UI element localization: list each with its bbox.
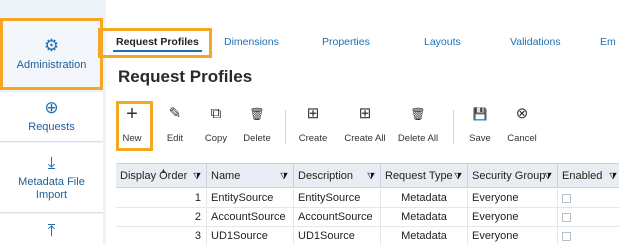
filter-icon[interactable]: ⧩ bbox=[454, 164, 462, 188]
cell-name[interactable]: EntitySource bbox=[207, 189, 294, 208]
column-header-name[interactable]: Name ⧩ bbox=[207, 164, 294, 188]
cell-description[interactable]: UD1Source bbox=[294, 227, 381, 245]
gear-plus-icon: ⚙ bbox=[43, 35, 60, 55]
sidebar-item-label: Metadata File Import bbox=[18, 175, 85, 201]
cell-enabled[interactable] bbox=[558, 189, 619, 208]
cell-security-group[interactable]: Everyone bbox=[468, 208, 558, 227]
tab-validations[interactable]: Validations bbox=[510, 36, 561, 48]
sidebar-item-requests[interactable]: ⊕ Requests bbox=[0, 92, 103, 142]
cell-display-order[interactable]: 1 bbox=[116, 189, 207, 208]
download-icon: ⤓ bbox=[47, 152, 56, 172]
table-row[interactable]: 3 UD1Source UD1Source Metadata Everyone bbox=[116, 227, 619, 245]
create-all-button[interactable]: ⊞ Create All bbox=[340, 105, 390, 144]
column-header-label: Security Group bbox=[472, 170, 546, 182]
delete-all-button[interactable]: 🗑 Delete All bbox=[393, 105, 443, 144]
active-tab-highlight bbox=[98, 28, 212, 58]
sidebar: ⚙ Administration ⊕ Requests ⤓ Metadata F… bbox=[0, 0, 106, 245]
column-header-security-group[interactable]: Security Group ⧩ bbox=[468, 164, 558, 188]
grid-header: ▲ Display Order ⧩ Name ⧩ Description ⧩ R… bbox=[116, 164, 619, 188]
column-header-label: Request Type bbox=[385, 170, 453, 182]
filter-icon[interactable]: ⧩ bbox=[544, 164, 552, 188]
delete-all-button-label: Delete All bbox=[397, 133, 439, 144]
add-request-icon: ⊕ bbox=[44, 98, 59, 117]
cell-request-type[interactable]: Metadata bbox=[381, 227, 468, 245]
cell-request-type[interactable]: Metadata bbox=[381, 189, 468, 208]
filter-icon[interactable]: ⧩ bbox=[193, 164, 201, 188]
tab-layouts[interactable]: Layouts bbox=[424, 36, 461, 48]
upload-icon: ⤒ bbox=[47, 221, 56, 240]
trash-icon: 🗑 bbox=[249, 107, 265, 121]
cell-enabled[interactable] bbox=[558, 208, 619, 227]
column-header-enabled[interactable]: Enabled ⧩ bbox=[558, 164, 619, 188]
filter-icon[interactable]: ⧩ bbox=[367, 164, 375, 188]
delete-button[interactable]: 🗑 Delete bbox=[232, 105, 282, 144]
request-profiles-grid: ▲ Display Order ⧩ Name ⧩ Description ⧩ R… bbox=[116, 163, 619, 245]
table-row[interactable]: 2 AccountSource AccountSource Metadata E… bbox=[116, 208, 619, 227]
cell-name[interactable]: AccountSource bbox=[207, 208, 294, 227]
enabled-checkbox[interactable] bbox=[562, 194, 571, 203]
cell-enabled[interactable] bbox=[558, 227, 619, 245]
sidebar-item-upload[interactable]: ⤒ bbox=[0, 214, 103, 245]
create-button-label: Create bbox=[298, 133, 328, 144]
filter-icon[interactable]: ⧩ bbox=[280, 164, 288, 188]
cancel-button[interactable]: ⊗ Cancel bbox=[497, 105, 547, 144]
sidebar-item-metadata-file-import[interactable]: ⤓ Metadata File Import bbox=[0, 143, 103, 213]
enabled-checkbox[interactable] bbox=[562, 213, 571, 222]
cell-security-group[interactable]: Everyone bbox=[468, 189, 558, 208]
cell-request-type[interactable]: Metadata bbox=[381, 208, 468, 227]
column-header-label: Name bbox=[211, 170, 241, 182]
grid-plus-all-icon: ⊞ bbox=[358, 105, 372, 122]
cell-display-order[interactable]: 3 bbox=[116, 227, 207, 245]
sort-ascending-icon: ▲ bbox=[160, 168, 167, 175]
sidebar-item-administration[interactable]: ⚙ Administration bbox=[0, 18, 103, 90]
cell-display-order[interactable]: 2 bbox=[116, 208, 207, 227]
cancel-icon: ⊗ bbox=[515, 105, 529, 122]
page-title: Request Profiles bbox=[118, 67, 253, 86]
table-row[interactable]: 1 EntitySource EntitySource Metadata Eve… bbox=[116, 189, 619, 208]
new-button-highlight bbox=[116, 101, 153, 151]
column-header-label: Display Order bbox=[120, 170, 188, 182]
toolbar-divider bbox=[453, 110, 454, 144]
sidebar-item-label: Requests bbox=[28, 121, 75, 133]
cell-security-group[interactable]: Everyone bbox=[468, 227, 558, 245]
cell-description[interactable]: EntitySource bbox=[294, 189, 381, 208]
delete-button-label: Delete bbox=[243, 133, 271, 144]
column-header-label: Description bbox=[298, 170, 354, 182]
enabled-checkbox[interactable] bbox=[562, 232, 571, 241]
active-tab-underline bbox=[113, 50, 202, 52]
column-header-display-order[interactable]: ▲ Display Order ⧩ bbox=[116, 164, 207, 188]
grid-plus-icon: ⊞ bbox=[306, 105, 320, 122]
column-header-description[interactable]: Description ⧩ bbox=[294, 164, 381, 188]
create-button[interactable]: ⊞ Create bbox=[288, 105, 338, 144]
column-header-request-type[interactable]: Request Type ⧩ bbox=[381, 164, 468, 188]
tab-properties[interactable]: Properties bbox=[322, 36, 370, 48]
tab-overflow[interactable]: Em bbox=[600, 36, 616, 48]
toolbar-divider bbox=[285, 110, 286, 144]
filter-icon[interactable]: ⧩ bbox=[609, 164, 617, 188]
sidebar-item-label: Administration bbox=[16, 58, 87, 71]
create-all-button-label: Create All bbox=[344, 133, 386, 144]
cancel-button-label: Cancel bbox=[507, 133, 537, 144]
cell-name[interactable]: UD1Source bbox=[207, 227, 294, 245]
cell-description[interactable]: AccountSource bbox=[294, 208, 381, 227]
trash-icon: 🗑 bbox=[410, 107, 426, 121]
tab-dimensions[interactable]: Dimensions bbox=[224, 36, 279, 48]
column-header-label: Enabled bbox=[562, 170, 603, 182]
toolbar: + New ✎ Edit ⧉ Copy 🗑 Delete ⊞ Create ⊞ … bbox=[115, 104, 619, 151]
